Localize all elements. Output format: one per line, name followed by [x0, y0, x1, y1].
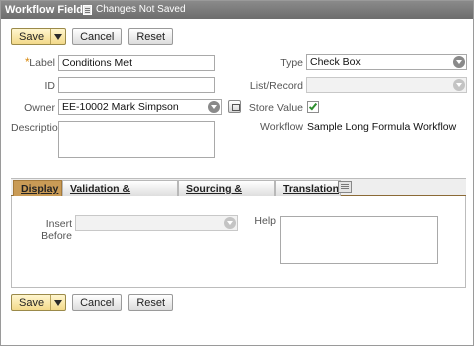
reset-button[interactable]: Reset [128, 294, 174, 311]
bottom-button-row: Save Cancel Reset [11, 294, 174, 311]
list-record-field-label: List/Record [249, 80, 303, 92]
save-button[interactable]: Save [11, 294, 67, 311]
save-status-text: Changes Not Saved [96, 4, 186, 15]
cancel-button[interactable]: Cancel [72, 28, 123, 45]
save-menu-arrow-icon[interactable] [51, 295, 65, 310]
top-button-row: Save Cancel Reset [11, 28, 174, 45]
reset-button[interactable]: Reset [128, 28, 174, 45]
tab-validation-defaulting[interactable]: Validation & Defaulting [62, 180, 178, 207]
save-button[interactable]: Save [11, 28, 67, 45]
tab-translation[interactable]: Translation [275, 180, 341, 196]
insert-before-select [75, 215, 238, 231]
list-icon[interactable] [338, 181, 352, 193]
workflow-field-label: Workflow [260, 121, 303, 133]
owner-value: EE-10002 Mark Simpson [62, 101, 179, 113]
help-label: Help [254, 215, 276, 227]
label-field-label: Label [29, 57, 55, 69]
tab-translation-label: Translation [283, 183, 340, 195]
workflow-value: Sample Long Formula Workflow [307, 121, 457, 133]
open-popup-icon[interactable] [228, 100, 241, 113]
save-status: Changes Not Saved [83, 4, 186, 15]
id-input[interactable] [58, 77, 215, 93]
type-field-label: Type [280, 57, 303, 69]
document-icon [83, 4, 92, 15]
dropdown-arrow-icon [453, 79, 465, 91]
label-input[interactable]: Conditions Met [58, 55, 215, 71]
tab-sourcing-filtering[interactable]: Sourcing & Filtering [178, 180, 275, 207]
insert-before-label: Insert Before [41, 218, 72, 242]
cancel-button[interactable]: Cancel [72, 294, 123, 311]
tab-display[interactable]: Display [13, 180, 62, 196]
type-select[interactable]: Check Box [306, 54, 467, 70]
subtab-bar: Display Validation & Defaulting Sourcing… [11, 178, 466, 207]
store-value-field-label: Store Value [248, 102, 303, 114]
dropdown-arrow-icon[interactable] [453, 56, 465, 68]
store-value-checkbox[interactable] [307, 101, 319, 113]
checkmark-icon [308, 101, 318, 111]
type-value: Check Box [310, 56, 361, 68]
help-textarea[interactable] [280, 216, 438, 264]
description-textarea[interactable] [58, 121, 215, 158]
tab-display-label: Display [21, 183, 59, 195]
workflow-field-window: Workflow Field Changes Not Saved Save Ca… [0, 0, 474, 346]
display-tab-panel: Insert Before Help [11, 196, 466, 288]
save-button-label: Save [12, 295, 52, 310]
save-menu-arrow-icon[interactable] [51, 29, 65, 44]
dropdown-arrow-icon[interactable] [208, 101, 220, 113]
id-field-label: ID [44, 80, 56, 92]
description-field-label: Description [11, 122, 64, 134]
owner-select[interactable]: EE-10002 Mark Simpson [58, 99, 222, 115]
list-record-select [306, 77, 467, 93]
owner-field-label: Owner [24, 102, 55, 114]
window-title: Workflow Field [5, 4, 84, 16]
save-button-label: Save [12, 29, 52, 44]
title-bar: Workflow Field Changes Not Saved [1, 1, 473, 19]
